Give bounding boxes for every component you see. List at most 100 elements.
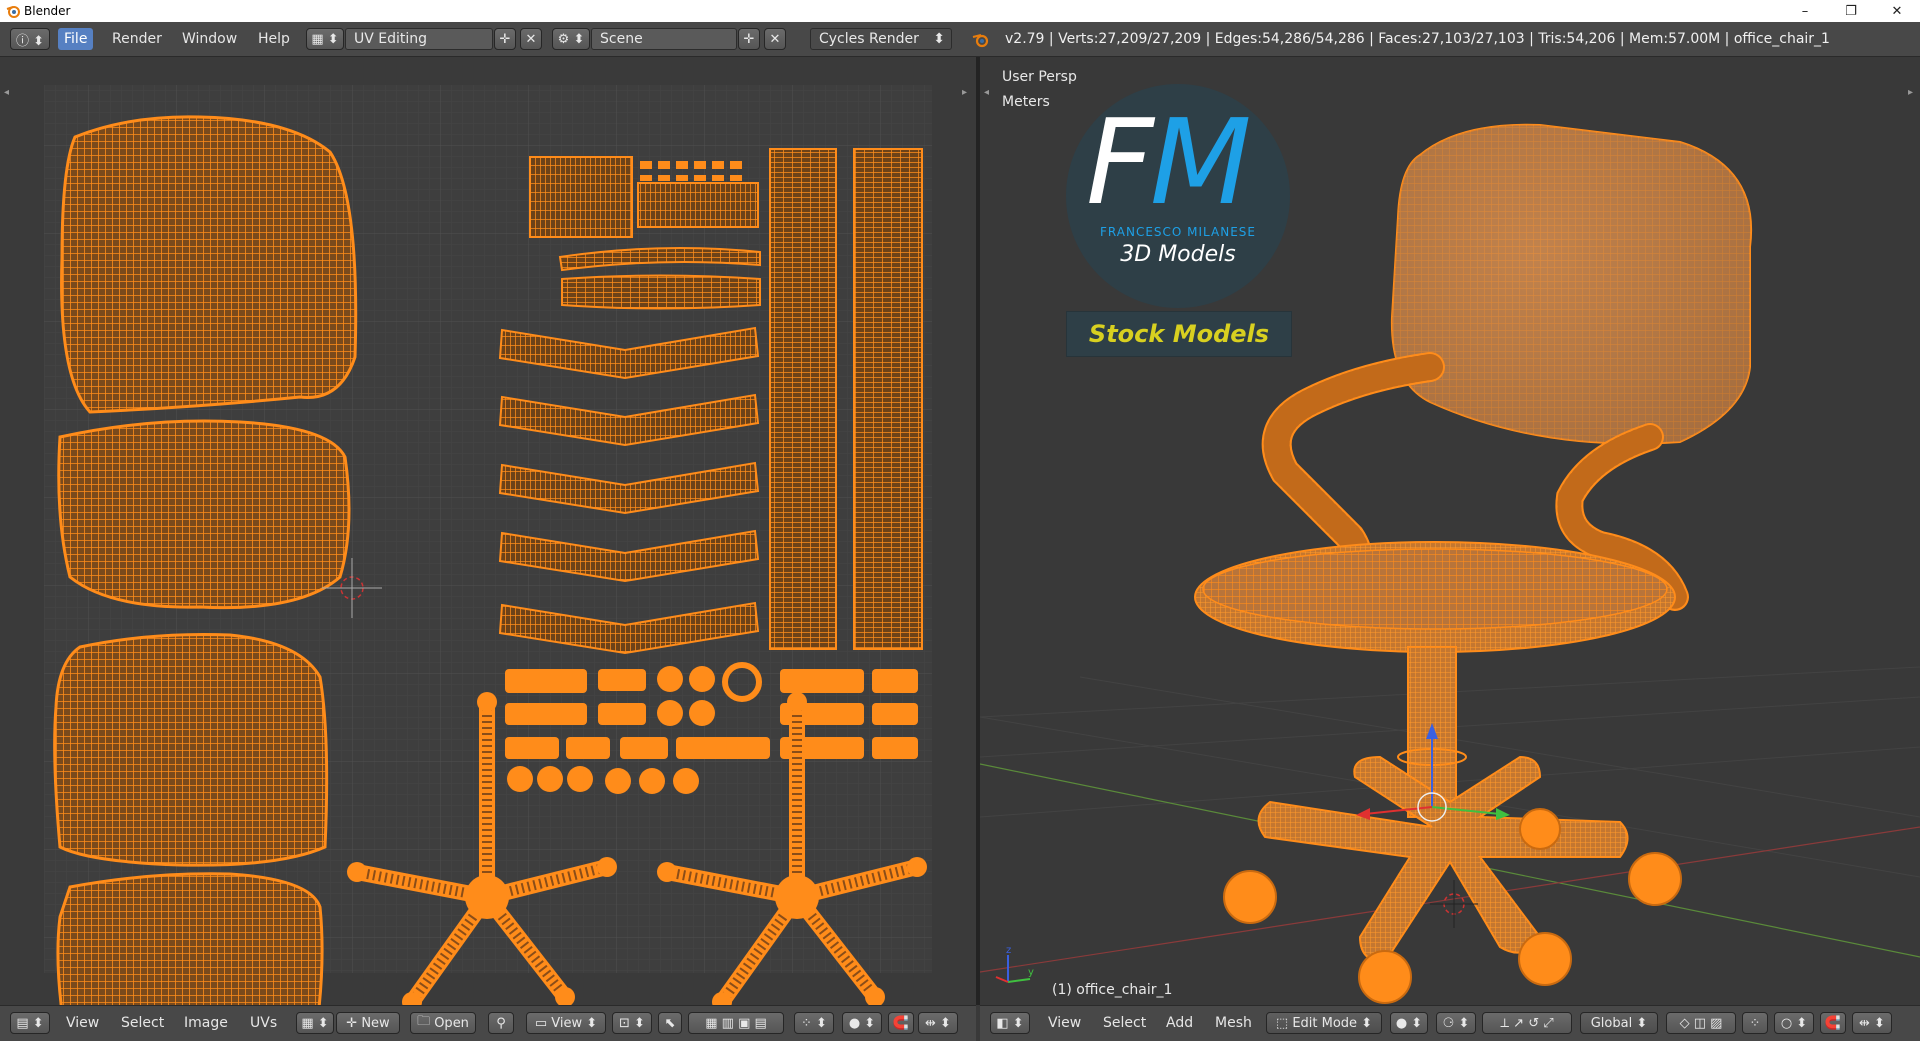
- select-mode-buttons[interactable]: ▦ ▥ ▣ ▤: [688, 1012, 784, 1034]
- uv-menu-view[interactable]: View: [60, 1012, 105, 1034]
- 3d-viewport[interactable]: z y ◂ ▸ User Persp Meters (1) office_cha…: [980, 57, 1920, 1005]
- uv-island-disc[interactable]: [567, 766, 593, 792]
- viewport-shading-icon[interactable]: ● ⬍: [1390, 1012, 1428, 1034]
- uv-island-piece[interactable]: [505, 703, 587, 725]
- uv-island-disc[interactable]: [537, 766, 563, 792]
- uv-island-piece[interactable]: [505, 737, 559, 759]
- snap-element-icon[interactable]: ⇹ ⬍: [1852, 1012, 1892, 1034]
- open-image-button[interactable]: 🗀 Open: [410, 1012, 476, 1034]
- uv-island-piece[interactable]: [620, 737, 668, 759]
- uv-island-piece[interactable]: [598, 669, 646, 691]
- uv-island-base-b-hub[interactable]: [775, 875, 819, 919]
- editor-type-info-button[interactable]: ⓘ ⬍: [10, 28, 50, 50]
- editor-type-uv-button[interactable]: ▤ ⬍: [10, 1012, 50, 1034]
- panel-expand-icon[interactable]: ◂: [4, 87, 9, 98]
- uv-island-base-a-hub[interactable]: [465, 875, 509, 919]
- uv-island-chip[interactable]: [676, 175, 688, 181]
- manipulator-buttons[interactable]: ⟂ ↗ ↺ ⤢: [1482, 1012, 1572, 1034]
- screen-layout-field[interactable]: UV Editing: [345, 28, 493, 50]
- pivot-point-icon[interactable]: ⚆ ⬍: [1436, 1012, 1476, 1034]
- scene-field[interactable]: Scene: [591, 28, 737, 50]
- uv-island-piece[interactable]: [505, 669, 587, 693]
- pivot-icon[interactable]: ⊡ ⬍: [612, 1012, 652, 1034]
- uv-island-piece[interactable]: [728, 737, 770, 759]
- uv-menu-uvs[interactable]: UVs: [244, 1012, 283, 1034]
- orientation-select[interactable]: Global ⬍: [1580, 1012, 1658, 1034]
- uv-island-disc[interactable]: [689, 666, 715, 692]
- view3d-menu-view[interactable]: View: [1042, 1012, 1087, 1034]
- editor-type-3d-button[interactable]: ◧ ⬍: [990, 1012, 1030, 1034]
- uv-island-base-b-foot[interactable]: [907, 857, 927, 877]
- limit-selection-icon[interactable]: ⁘: [1742, 1012, 1768, 1034]
- uv-island-chip[interactable]: [694, 175, 706, 181]
- menu-help[interactable]: Help: [252, 28, 296, 50]
- panel-expand-icon[interactable]: ▸: [1908, 87, 1913, 98]
- uv-island-piece[interactable]: [872, 669, 918, 693]
- close-icon[interactable]: ✕: [1874, 0, 1920, 22]
- uv-island-disc[interactable]: [657, 666, 683, 692]
- uv-island-base-a-foot[interactable]: [477, 692, 497, 712]
- proportional-edit-icon[interactable]: ● ⬍: [842, 1012, 882, 1034]
- uv-image-editor[interactable]: ◂ ▸: [0, 57, 976, 1005]
- uv-island-disc[interactable]: [507, 766, 533, 792]
- snap-toggle-icon[interactable]: 🧲: [888, 1012, 914, 1034]
- uv-island-block[interactable]: [529, 156, 633, 238]
- uv-menu-select[interactable]: Select: [115, 1012, 170, 1034]
- uv-island-disc[interactable]: [639, 768, 665, 794]
- view3d-menu-mesh[interactable]: Mesh: [1209, 1012, 1258, 1034]
- add-screen-icon[interactable]: ✛: [494, 28, 516, 50]
- uv-island-chip[interactable]: [730, 161, 742, 169]
- uv-island-block[interactable]: [637, 182, 759, 228]
- snap-icon[interactable]: ⁘ ⬍: [794, 1012, 834, 1034]
- uv-island-base-b-foot[interactable]: [657, 862, 677, 882]
- uv-island-piece[interactable]: [566, 737, 610, 759]
- uv-island-backrest-rear[interactable]: [53, 633, 329, 867]
- uv-island-seat-top[interactable]: [57, 419, 351, 610]
- uv-island-piece[interactable]: [872, 737, 918, 759]
- uv-island-chip[interactable]: [658, 175, 670, 181]
- uv-island-base-a-foot[interactable]: [597, 857, 617, 877]
- remove-scene-icon[interactable]: ✕: [764, 28, 786, 50]
- uv-island-chip[interactable]: [712, 175, 724, 181]
- uv-island-chip[interactable]: [730, 175, 742, 181]
- minimize-icon[interactable]: –: [1782, 0, 1828, 22]
- mode-select[interactable]: ⬚ Edit Mode ⬍: [1266, 1012, 1382, 1034]
- maximize-icon[interactable]: ❐: [1828, 0, 1874, 22]
- uv-island-column[interactable]: [853, 148, 923, 650]
- sticky-select-icon[interactable]: ⬉: [658, 1012, 682, 1034]
- uv-island-seat-bottom[interactable]: [56, 872, 324, 1005]
- add-scene-icon[interactable]: ✛: [738, 28, 760, 50]
- uv-island-chip[interactable]: [676, 161, 688, 169]
- uv-island-disc[interactable]: [689, 700, 715, 726]
- uv-menu-image[interactable]: Image: [178, 1012, 234, 1034]
- panel-expand-icon[interactable]: ◂: [984, 87, 989, 98]
- browse-image-icon[interactable]: ▦ ⬍: [296, 1012, 334, 1034]
- pin-icon[interactable]: ⚲: [488, 1012, 514, 1034]
- uv-island-base-a-foot[interactable]: [347, 862, 367, 882]
- menu-window[interactable]: Window: [176, 28, 243, 50]
- uv-island-piece[interactable]: [872, 703, 918, 725]
- view3d-menu-select[interactable]: Select: [1097, 1012, 1152, 1034]
- uv-island-piece[interactable]: [780, 669, 864, 693]
- uv-island-backrest-front[interactable]: [60, 115, 358, 414]
- uv-snap-mode-icon[interactable]: ⇹ ⬍: [918, 1012, 958, 1034]
- magnet-icon[interactable]: 🧲: [1820, 1012, 1846, 1034]
- uv-island-disc[interactable]: [673, 768, 699, 794]
- uv-island-piece[interactable]: [598, 703, 646, 725]
- remove-screen-icon[interactable]: ✕: [520, 28, 542, 50]
- mesh-select-mode-buttons[interactable]: ◇ ◫ ▨: [1666, 1012, 1736, 1034]
- uv-island-chip[interactable]: [640, 175, 652, 181]
- menu-render[interactable]: Render: [106, 28, 168, 50]
- uv-island-chip[interactable]: [712, 161, 724, 169]
- proportional-editing-icon[interactable]: ○ ⬍: [1774, 1012, 1814, 1034]
- render-engine-select[interactable]: Cycles Render ⬍: [810, 28, 952, 50]
- panel-expand-icon[interactable]: ▸: [962, 87, 967, 98]
- screen-layout-icon[interactable]: ▦ ⬍: [306, 28, 344, 50]
- uv-canvas[interactable]: ◂ ▸: [0, 57, 976, 1005]
- uv-island-disc[interactable]: [605, 768, 631, 794]
- view3d-menu-add[interactable]: Add: [1160, 1012, 1199, 1034]
- view-mode-select[interactable]: ▭ View ⬍: [526, 1012, 606, 1034]
- uv-island-disc[interactable]: [657, 700, 683, 726]
- uv-island-chip[interactable]: [658, 161, 670, 169]
- new-image-button[interactable]: ✛ New: [336, 1012, 400, 1034]
